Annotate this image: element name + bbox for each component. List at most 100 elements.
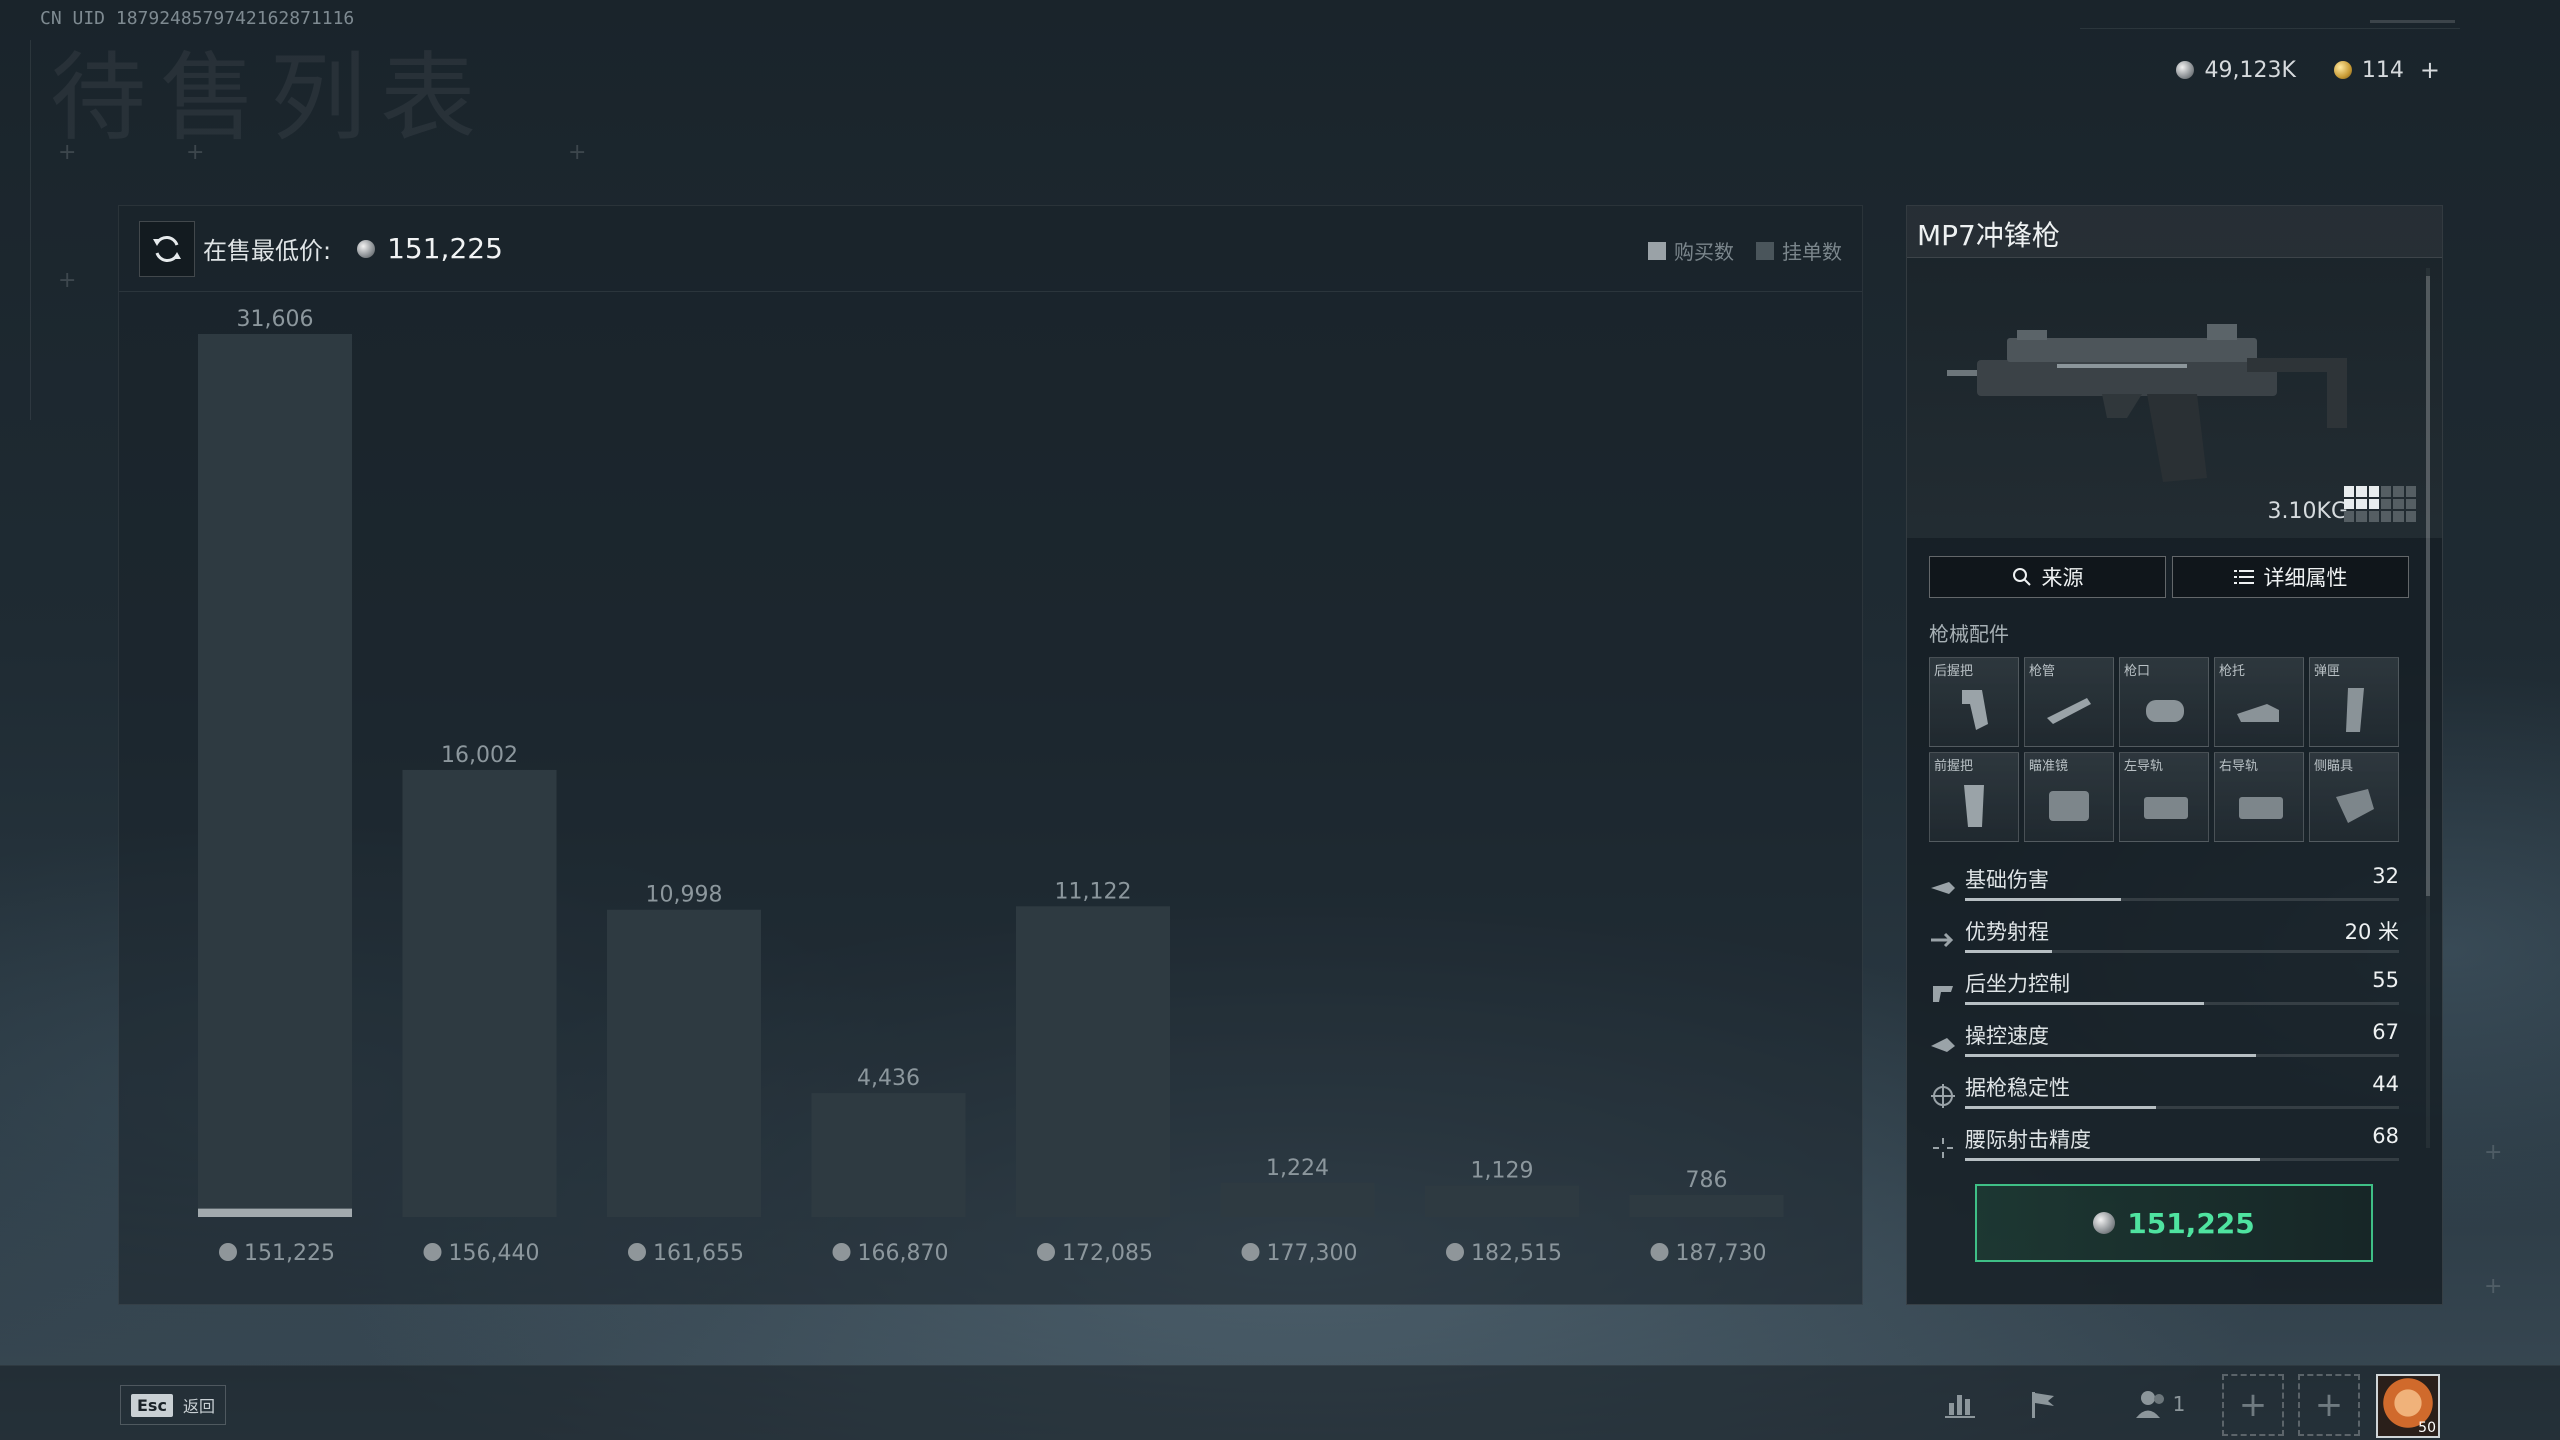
deco-cross: + [58, 268, 77, 293]
listing-bar[interactable] [811, 1093, 966, 1217]
listing-bar[interactable] [1425, 1185, 1579, 1217]
size-cell [2356, 498, 2367, 510]
stat-bar-fill [1965, 1158, 2261, 1161]
attachment-slot[interactable]: 右导轨 [2214, 752, 2304, 842]
attachment-icon [2239, 797, 2283, 819]
legend-swatch-listings [1756, 241, 1774, 260]
listing-bar[interactable] [198, 334, 352, 1217]
refresh-button[interactable] [139, 220, 195, 277]
esc-key: Esc [131, 1393, 173, 1417]
listing-bar[interactable] [607, 909, 761, 1217]
stat-bar-track [1965, 1054, 2399, 1057]
item-detail-panel: MP7冲锋枪 3.10KG 来源 详细属性 枪械配件 后握把 枪管 枪口 枪托 弹匣 前握… [1906, 205, 2443, 1305]
scrollbar-thumb[interactable] [2426, 276, 2430, 896]
chart-header: 在售最低价: 151,225 购买数 挂单数 [119, 206, 1862, 292]
price-tick-label: 172,085 [1062, 1241, 1153, 1266]
price-tick-label: 187,730 [1676, 1241, 1767, 1266]
deco-line [2080, 28, 2460, 29]
attachment-icon [1962, 690, 1988, 730]
price-tick-label: 166,870 [858, 1241, 949, 1266]
back-button[interactable]: Esc 返回 [120, 1385, 226, 1425]
stat-name: 据枪稳定性 [1965, 1076, 2070, 1100]
silver-balance: 49,123K [2176, 58, 2296, 83]
stat-bar-fill [1965, 950, 2052, 953]
silver-coin-icon [357, 239, 376, 258]
player-level: 50 [2418, 1420, 2436, 1436]
deco-cross: + [2484, 1274, 2503, 1299]
deco-cross: + [186, 140, 205, 165]
buy-button[interactable]: 151,225 [1975, 1184, 2373, 1262]
deco-line [30, 40, 31, 420]
weapon-stats: 基础伤害 32 优势射程 20 米后坐力控制 55 操控速度 67 据枪稳定性 44 腰际射击精度… [1929, 862, 2399, 1174]
friends-button[interactable]: 1 [2120, 1384, 2200, 1424]
gold-balance[interactable]: 114 + [2333, 56, 2440, 84]
flag-icon[interactable] [2024, 1384, 2064, 1424]
silver-coin-icon [832, 1243, 851, 1261]
attachment-slot-label: 枪口 [2124, 664, 2151, 679]
attachment-slot[interactable]: 前握把 [1929, 752, 2019, 842]
stat-value: 67 [2372, 1020, 2399, 1044]
add-gold-icon[interactable]: + [2420, 56, 2440, 84]
player-avatar[interactable]: 50 [2376, 1374, 2440, 1438]
attachment-slot[interactable]: 瞄准镜 [2024, 752, 2114, 842]
size-cell [2380, 511, 2392, 522]
legend-item-buy[interactable]: 购买数 [1648, 236, 1734, 265]
attachment-slots: 后握把 枪管 枪口 枪托 弹匣前握把 瞄准镜 左导轨 右导轨 侧瞄具 [1929, 657, 2442, 842]
details-button[interactable]: 详细属性 [2172, 556, 2409, 598]
stat-bar-fill [1965, 898, 2122, 901]
attachment-slot[interactable]: 后握把 [1929, 657, 2019, 747]
price-tick-label: 151,225 [244, 1241, 335, 1266]
attachment-icon [2346, 688, 2364, 732]
source-button[interactable]: 来源 [1929, 556, 2166, 598]
deco-line [2370, 20, 2455, 23]
attachment-slot-label: 瞄准镜 [2029, 759, 2069, 774]
stat-icon [1931, 1084, 1955, 1108]
silver-coin-icon [1446, 1243, 1464, 1261]
item-action-buttons: 来源 详细属性 [1929, 556, 2442, 598]
attachment-slot-label: 侧瞄具 [2314, 759, 2354, 774]
attachment-slot[interactable]: 枪口 [2119, 657, 2209, 747]
stat-icon [1931, 1038, 1955, 1052]
attachment-slot[interactable]: 侧瞄具 [2309, 752, 2399, 842]
attachment-icon [2146, 700, 2184, 722]
attachment-slot-label: 前握把 [1934, 759, 1974, 774]
stat-row: 优势射程 20 米 [1929, 914, 2399, 966]
item-name: MP7冲锋枪 [1907, 206, 2442, 258]
attachment-slot[interactable]: 枪托 [2214, 657, 2304, 747]
size-cell [2393, 498, 2404, 510]
size-cell [2344, 486, 2355, 497]
stats-chart-icon[interactable] [1940, 1384, 1980, 1424]
listing-bar[interactable] [1016, 906, 1170, 1217]
silver-coin-icon [2093, 1212, 2116, 1234]
party-slot-2[interactable]: + [2298, 1374, 2360, 1436]
bar-value-label: 4,436 [857, 1066, 920, 1091]
buy-price: 151,225 [2127, 1206, 2255, 1240]
back-label: 返回 [182, 1397, 215, 1416]
party-slot-1[interactable]: + [2222, 1374, 2284, 1436]
legend-item-listings[interactable]: 挂单数 [1756, 236, 1842, 265]
silver-coin-icon [628, 1243, 646, 1261]
size-cell [2405, 486, 2416, 497]
listing-bar[interactable] [1220, 1182, 1375, 1217]
attachment-icon [2047, 698, 2091, 724]
listing-bar[interactable] [402, 769, 557, 1217]
size-cell [2356, 486, 2367, 497]
silver-coin-icon [219, 1243, 237, 1261]
attachment-slot-label: 枪托 [2219, 664, 2246, 679]
legend-label-buy: 购买数 [1674, 240, 1734, 264]
silver-coin-icon [1037, 1243, 1055, 1261]
stat-value: 55 [2372, 968, 2399, 992]
attachment-slot[interactable]: 弹匣 [2309, 657, 2399, 747]
source-button-label: 来源 [2041, 566, 2084, 590]
listing-bar[interactable] [1629, 1195, 1784, 1217]
stat-value: 44 [2372, 1072, 2399, 1096]
bar-value-label: 786 [1686, 1168, 1728, 1193]
attachment-slot[interactable]: 枪管 [2024, 657, 2114, 747]
details-button-label: 详细属性 [2263, 566, 2348, 590]
price-distribution-panel: 在售最低价: 151,225 购买数 挂单数 31,606 151,225 16,0… [118, 205, 1863, 1305]
stat-name: 操控速度 [1965, 1024, 2049, 1048]
stat-icon [1931, 882, 1955, 894]
stat-icon [1931, 932, 1954, 948]
attachment-slot[interactable]: 左导轨 [2119, 752, 2209, 842]
stat-value: 32 [2372, 864, 2399, 888]
